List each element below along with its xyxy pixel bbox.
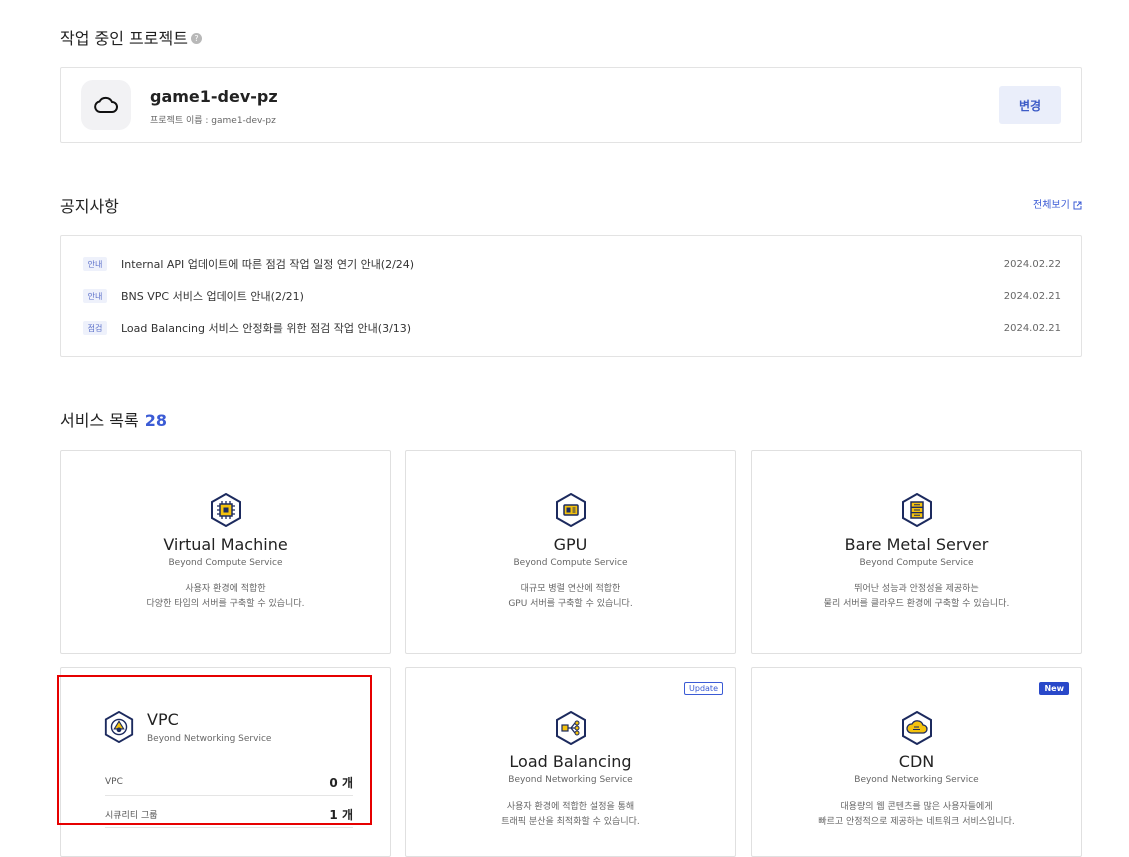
service-description-line: 사용자 환경에 적합한 설정을 통해 <box>506 802 635 812</box>
external-link-icon <box>1073 201 1082 209</box>
service-category: Beyond Networking Service <box>508 775 633 785</box>
service-name: VPC <box>147 710 179 729</box>
notice-date: 2024.02.21 <box>1003 322 1061 334</box>
notice-badge: 점검 <box>83 321 107 335</box>
service-name: Load Balancing <box>509 752 632 771</box>
security-group-count-label: 시큐리티 그룹 <box>105 810 158 821</box>
service-card-load-balancing[interactable]: Update Load Balancing Beyond Networking … <box>405 667 736 857</box>
service-description-line: 트래픽 분산을 최적화할 수 있습니다. <box>501 817 640 827</box>
service-description: 사용자 환경에 적합한 설정을 통해 트래픽 분산을 최적화할 수 있습니다. <box>406 800 735 830</box>
notice-item[interactable]: 안내 Internal API 업데이트에 따른 점검 작업 일정 연기 안내(… <box>83 254 1061 274</box>
project-section-title-text: 작업 중인 프로젝트 <box>60 29 188 48</box>
service-category: Beyond Compute Service <box>513 558 628 568</box>
notice-title[interactable]: BNS VPC 서비스 업데이트 안내(2/21) <box>121 288 1004 304</box>
service-card-cdn[interactable]: New CDN Beyond Networking Service 대용량의 웹… <box>751 667 1082 857</box>
service-category: Beyond Networking Service <box>854 775 979 785</box>
project-subtitle: 프로젝트 이름 : game1-dev-pz <box>150 116 276 126</box>
notice-title[interactable]: Load Balancing 서비스 안정화를 위한 점검 작업 안내(3/13… <box>121 320 1004 336</box>
cdn-icon <box>901 711 932 745</box>
update-badge: Update <box>684 682 723 695</box>
notice-badge: 안내 <box>83 257 107 271</box>
notices-title: 공지사항 <box>60 197 119 216</box>
service-description-line: 사용자 환경에 적합한 <box>185 584 266 594</box>
view-all-label: 전체보기 <box>1033 200 1070 211</box>
service-name: Virtual Machine <box>163 535 288 554</box>
notice-item[interactable]: 점검 Load Balancing 서비스 안정화를 위한 점검 작업 안내(3… <box>83 318 1061 338</box>
service-category: Beyond Networking Service <box>147 734 272 744</box>
view-all-link[interactable]: 전체보기 <box>1033 196 1082 211</box>
notice-date: 2024.02.22 <box>1003 258 1061 270</box>
cloud-icon <box>81 80 131 130</box>
gpu-icon <box>555 493 586 527</box>
service-description-line: 대용량의 웹 콘텐츠를 많은 사용자들에게 <box>840 802 993 812</box>
service-card-vpc[interactable]: VPC Beyond Networking Service VPC 0 개 시큐… <box>60 667 391 857</box>
service-description: 대규모 병렬 연산에 적합한 GPU 서버를 구축할 수 있습니다. <box>406 582 735 612</box>
service-description-line: 뛰어난 성능과 안정성을 제공하는 <box>854 584 979 594</box>
security-group-count-value: 1 개 <box>329 807 353 822</box>
new-badge: New <box>1039 682 1069 695</box>
service-description: 뛰어난 성능과 안정성을 제공하는 물리 서버를 클라우드 환경에 구축할 수 … <box>752 582 1081 612</box>
project-name: game1-dev-pz <box>150 87 278 106</box>
service-card-bare-metal-server[interactable]: Bare Metal Server Beyond Compute Service… <box>751 450 1082 654</box>
services-count: 28 <box>144 411 167 430</box>
notice-list: 안내 Internal API 업데이트에 따른 점검 작업 일정 연기 안내(… <box>60 235 1082 357</box>
service-description: 대용량의 웹 콘텐츠를 많은 사용자들에게 빠르고 안정적으로 제공하는 네트워… <box>752 800 1081 830</box>
service-description-line: GPU 서버를 구축할 수 있습니다. <box>508 599 633 609</box>
server-icon <box>901 493 932 527</box>
service-description-line: 다양한 타입의 서버를 구축할 수 있습니다. <box>146 599 305 609</box>
security-group-count-row: 시큐리티 그룹 1 개 <box>105 801 353 828</box>
vpc-count-value: 0 개 <box>329 775 353 790</box>
service-card-virtual-machine[interactable]: Virtual Machine Beyond Compute Service 사… <box>60 450 391 654</box>
service-description-line: 대규모 병렬 연산에 적합한 <box>520 584 621 594</box>
services-title-text: 서비스 목록 <box>60 411 139 430</box>
project-card: game1-dev-pz 프로젝트 이름 : game1-dev-pz 변경 <box>60 67 1082 143</box>
service-description-line: 물리 서버를 클라우드 환경에 구축할 수 있습니다. <box>823 599 1010 609</box>
services-title: 서비스 목록 28 <box>60 407 167 431</box>
change-project-button[interactable]: 변경 <box>999 86 1061 124</box>
notice-title[interactable]: Internal API 업데이트에 따른 점검 작업 일정 연기 안내(2/2… <box>121 256 1004 272</box>
vpc-count-label: VPC <box>105 777 123 787</box>
service-category: Beyond Compute Service <box>168 558 283 568</box>
service-name: CDN <box>898 752 935 771</box>
service-card-gpu[interactable]: GPU Beyond Compute Service 대규모 병렬 연산에 적합… <box>405 450 736 654</box>
service-description-line: 빠르고 안정적으로 제공하는 네트워크 서비스입니다. <box>818 817 1015 827</box>
service-name: GPU <box>553 535 588 554</box>
load-balancer-icon <box>555 711 586 745</box>
service-category: Beyond Compute Service <box>859 558 974 568</box>
notice-date: 2024.02.21 <box>1003 290 1061 302</box>
vpc-icon <box>104 711 134 743</box>
help-icon[interactable]: ? <box>190 33 202 44</box>
service-description: 사용자 환경에 적합한 다양한 타입의 서버를 구축할 수 있습니다. <box>61 582 390 612</box>
notice-item[interactable]: 안내 BNS VPC 서비스 업데이트 안내(2/21) 2024.02.21 <box>83 286 1061 306</box>
chip-icon <box>210 493 241 527</box>
vpc-count-row: VPC 0 개 <box>105 769 353 796</box>
project-section-title: 작업 중인 프로젝트? <box>60 25 202 49</box>
notice-badge: 안내 <box>83 289 107 303</box>
service-name: Bare Metal Server <box>844 535 989 554</box>
